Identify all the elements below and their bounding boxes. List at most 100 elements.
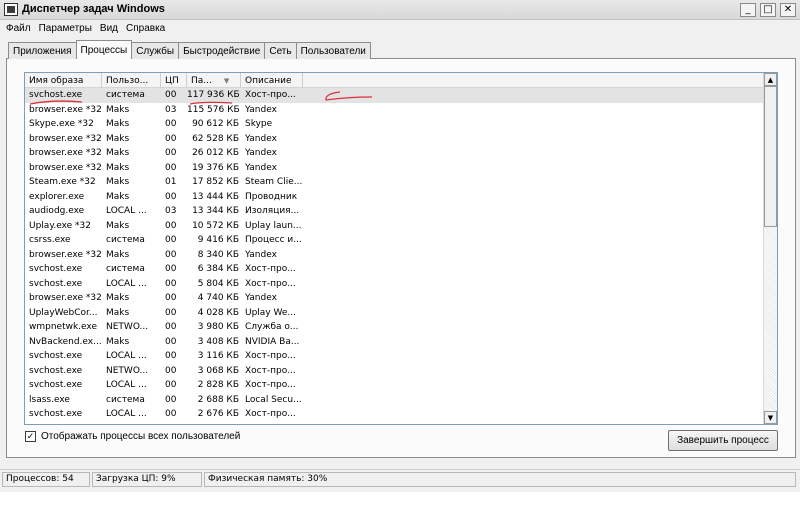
table-row[interactable]: svchost.exe LOCAL ... 00 2 676 КБ Хост-про..… [25, 407, 765, 422]
task-manager-window: Диспетчер задач Windows _ □ ✕ Файл Парам… [0, 0, 800, 492]
cell-memory: 4 740 КБ [197, 293, 239, 304]
cell-image-name: svchost.exe [29, 365, 83, 376]
table-row[interactable]: browser.exe *32 Maks 00 19 376 КБ Yandex [25, 161, 765, 176]
cell-user: Maks [106, 119, 130, 130]
cell-cpu: 00 [165, 336, 177, 347]
cell-memory: 13 344 КБ [192, 206, 239, 217]
table-row[interactable]: lsass.exe система 00 2 688 КБ Local Secu... [25, 393, 765, 408]
cell-cpu: 00 [165, 293, 177, 304]
column-header-user[interactable]: Пользо... [102, 73, 161, 88]
title-bar[interactable]: Диспетчер задач Windows _ □ ✕ [0, 0, 800, 20]
table-row[interactable]: UplayWebCor... Maks 00 4 028 КБ Uplay We... [25, 306, 765, 321]
cell-cpu: 00 [165, 148, 177, 159]
cell-description: Проводник [245, 191, 298, 202]
table-row[interactable]: Uplay.exe *32 Maks 00 10 572 КБ Uplay laun..… [25, 219, 765, 234]
cell-cpu: 00 [165, 322, 177, 333]
menu-help[interactable]: Справка [126, 23, 165, 34]
tab-network[interactable]: Сеть [264, 42, 297, 59]
column-header-image-name[interactable]: Имя образа [25, 73, 102, 88]
cell-user: LOCAL ... [106, 380, 147, 391]
table-row[interactable]: svchost.exe NETWO... 00 3 068 КБ Хост-про... [25, 364, 765, 379]
cell-description: Изоляция... [245, 206, 300, 217]
show-all-users-label[interactable]: Отображать процессы всех пользователей [41, 431, 240, 442]
column-header-cpu[interactable]: ЦП [161, 73, 187, 88]
table-row[interactable]: wmpnetwk.exe NETWO... 00 3 980 КБ Служба о..… [25, 320, 765, 335]
table-row[interactable]: svchost.exe LOCAL ... 00 5 804 КБ Хост-про..… [25, 277, 765, 292]
table-row[interactable]: Steam.exe *32 Maks 01 17 852 КБ Steam Clie..… [25, 175, 765, 190]
cell-user: система [106, 264, 145, 275]
cell-memory: 9 416 КБ [197, 235, 239, 246]
table-row[interactable]: browser.exe *32 Maks 00 8 340 КБ Yandex [25, 248, 765, 263]
cell-cpu: 00 [165, 409, 177, 420]
table-row[interactable]: csrss.exe система 00 9 416 КБ Процесс и... [25, 233, 765, 248]
cell-cpu: 00 [165, 278, 177, 289]
cell-description: Хост-про... [241, 90, 303, 101]
cell-cpu: 00 [165, 249, 177, 260]
show-all-users-option[interactable]: ✓ Отображать процессы всех пользователей [25, 431, 240, 442]
table-row[interactable]: audiodg.exe LOCAL ... 03 13 344 КБ Изоляция.… [25, 204, 765, 219]
cell-image-name: lsass.exe [29, 394, 70, 405]
cell-image-name: UplayWebCor... [29, 307, 98, 318]
vertical-scrollbar[interactable]: ▲ ▼ [763, 73, 777, 424]
cell-image-name: svchost.exe [29, 278, 83, 289]
cell-memory: 3 116 КБ [197, 351, 239, 362]
menu-file[interactable]: Файл [6, 23, 31, 34]
cell-user: LOCAL ... [106, 278, 147, 289]
cell-image-name: svchost.exe [29, 264, 83, 275]
tab-applications[interactable]: Приложения [8, 42, 77, 59]
column-header-memory[interactable]: Па... ▼ [187, 73, 241, 88]
scroll-down-button[interactable]: ▼ [764, 411, 777, 424]
menu-options[interactable]: Параметры [39, 23, 92, 34]
cell-image-name: browser.exe *32 [29, 249, 102, 260]
table-row[interactable]: NvBackend.ex... Maks 00 3 408 КБ NVIDIA Ba..… [25, 335, 765, 350]
cell-user: Maks [106, 177, 130, 188]
table-row[interactable]: browser.exe *32 Maks 00 62 528 КБ Yandex [25, 132, 765, 147]
process-list[interactable]: Имя образа Пользо... ЦП Па... ▼ Описание … [24, 72, 778, 425]
table-row[interactable]: svchost.exe LOCAL ... 00 3 116 КБ Хост-про..… [25, 349, 765, 364]
cell-image-name: audiodg.exe [29, 206, 85, 217]
table-row[interactable]: Skype.exe *32 Maks 00 90 612 КБ Skype [25, 117, 765, 132]
minimize-button[interactable]: _ [740, 3, 756, 17]
cell-image-name: Uplay.exe *32 [29, 220, 91, 231]
scroll-thumb[interactable] [764, 86, 777, 227]
cell-user: LOCAL ... [106, 351, 147, 362]
cell-description: NVIDIA Ba... [245, 336, 300, 347]
table-row[interactable]: browser.exe *32 Maks 03 115 576 КБ Yandex [25, 103, 765, 118]
cell-image-name: browser.exe *32 [29, 133, 102, 144]
maximize-button[interactable]: □ [760, 3, 776, 17]
cell-cpu: 00 [165, 133, 177, 144]
cell-image-name: svchost.exe [29, 380, 83, 391]
menu-view[interactable]: Вид [100, 23, 118, 34]
table-row[interactable]: svchost.exe система 00 6 384 КБ Хост-про... [25, 262, 765, 277]
cell-description: Хост-про... [245, 409, 296, 420]
table-row[interactable]: explorer.exe Maks 00 13 444 КБ Проводник [25, 190, 765, 205]
status-physical-memory: Физическая память: 30% [204, 471, 796, 487]
column-header-description[interactable]: Описание [241, 73, 303, 88]
cell-cpu: 00 [165, 220, 177, 231]
close-button[interactable]: ✕ [780, 3, 796, 17]
cell-cpu: 03 [165, 206, 177, 217]
cell-description: Local Secu... [245, 394, 302, 405]
table-row[interactable]: svchost.exe система 00 117 936 КБ Хост-про..… [25, 88, 765, 103]
show-all-users-checkbox[interactable]: ✓ [25, 431, 36, 442]
tab-processes[interactable]: Процессы [75, 40, 133, 59]
cell-user: система [106, 394, 145, 405]
cell-memory: 4 028 КБ [197, 307, 239, 318]
scroll-up-button[interactable]: ▲ [764, 73, 777, 86]
cell-description: Yandex [245, 249, 277, 260]
cell-cpu: 00 [165, 380, 177, 391]
status-process-count: Процессов: 54 [2, 471, 90, 487]
table-row[interactable]: browser.exe *32 Maks 00 4 740 КБ Yandex [25, 291, 765, 306]
tab-performance[interactable]: Быстродействие [178, 42, 266, 59]
tab-users[interactable]: Пользователи [295, 42, 371, 59]
cell-image-name: Skype.exe *32 [29, 119, 94, 130]
cell-user: LOCAL ... [106, 206, 147, 217]
cell-image-name: svchost.exe [25, 90, 102, 101]
sort-descending-icon: ▼ [223, 76, 230, 85]
cell-image-name: svchost.exe [29, 409, 83, 420]
table-row[interactable]: svchost.exe LOCAL ... 00 2 828 КБ Хост-про..… [25, 378, 765, 393]
cell-memory: 3 980 КБ [197, 322, 239, 333]
end-process-button[interactable]: Завершить процесс [668, 430, 778, 451]
table-row[interactable]: browser.exe *32 Maks 00 26 012 КБ Yandex [25, 146, 765, 161]
tab-services[interactable]: Службы [131, 42, 180, 59]
